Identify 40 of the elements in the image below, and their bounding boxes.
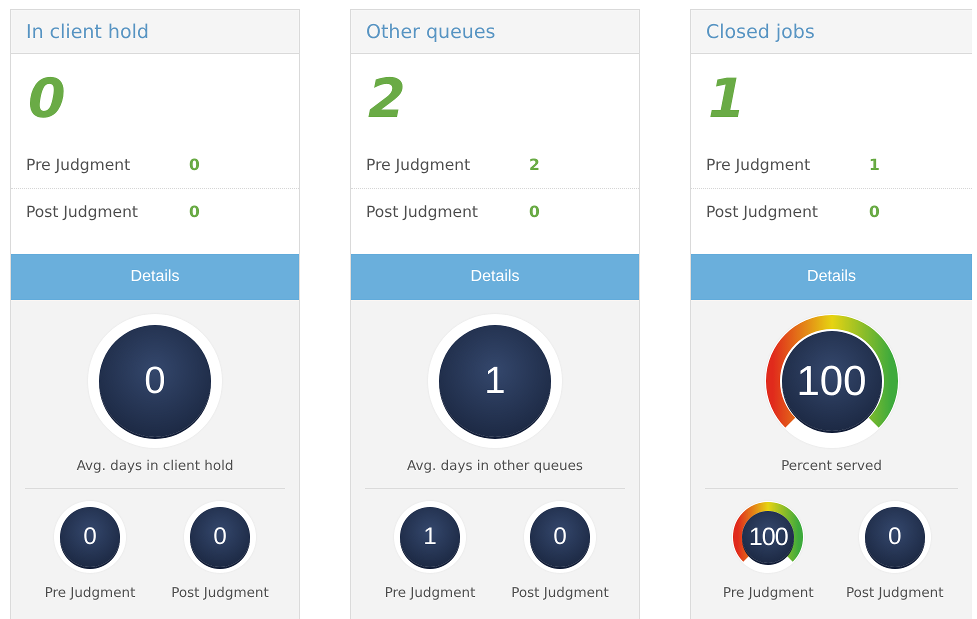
details-button[interactable]: Details xyxy=(351,254,639,300)
row-label: Pre Judgment xyxy=(366,156,472,174)
row-label: Post Judgment xyxy=(366,203,479,221)
dial-value: 0 xyxy=(83,523,97,551)
dial-value: 100 xyxy=(796,357,867,405)
dial-value: 0 xyxy=(888,523,902,551)
dial-caption: Avg. days in client hold xyxy=(76,458,234,474)
dial-caption: Pre Judgment xyxy=(722,585,814,601)
dial-caption: Pre Judgment xyxy=(44,585,136,601)
dial-value: 100 xyxy=(748,522,788,552)
row-label: Post Judgment xyxy=(706,203,819,221)
row-label: Pre Judgment xyxy=(706,156,812,174)
dial-value: 1 xyxy=(484,360,506,402)
gauge-arc xyxy=(733,502,804,562)
total-count: 1 xyxy=(708,72,746,126)
details-button[interactable]: Details xyxy=(11,254,299,300)
row-value: 0 xyxy=(529,203,540,221)
dial-value: 1 xyxy=(423,523,437,551)
dial-value: 0 xyxy=(553,523,567,551)
row-label: Pre Judgment xyxy=(26,156,132,174)
total-count: 0 xyxy=(28,72,66,126)
dial-caption: Percent served xyxy=(781,458,882,474)
dial-caption: Post Judgment xyxy=(171,585,269,601)
total-count: 2 xyxy=(368,72,406,126)
row-label: Post Judgment xyxy=(26,203,139,221)
row-value: 0 xyxy=(189,203,200,221)
panel-title: In client hold xyxy=(26,20,149,42)
row-value: 2 xyxy=(529,156,540,174)
dial-caption: Avg. days in other queues xyxy=(407,458,583,474)
panel-title: Closed jobs xyxy=(706,20,815,42)
panel-title: Other queues xyxy=(366,20,496,42)
row-value: 0 xyxy=(189,156,200,174)
row-value: 1 xyxy=(869,156,880,174)
dial-value: 0 xyxy=(144,360,166,402)
dial-caption: Post Judgment xyxy=(511,585,609,601)
details-button[interactable]: Details xyxy=(691,254,972,300)
dial-caption: Pre Judgment xyxy=(384,585,476,601)
dial-value: 0 xyxy=(213,523,227,551)
row-value: 0 xyxy=(869,203,880,221)
dial-caption: Post Judgment xyxy=(846,585,944,601)
